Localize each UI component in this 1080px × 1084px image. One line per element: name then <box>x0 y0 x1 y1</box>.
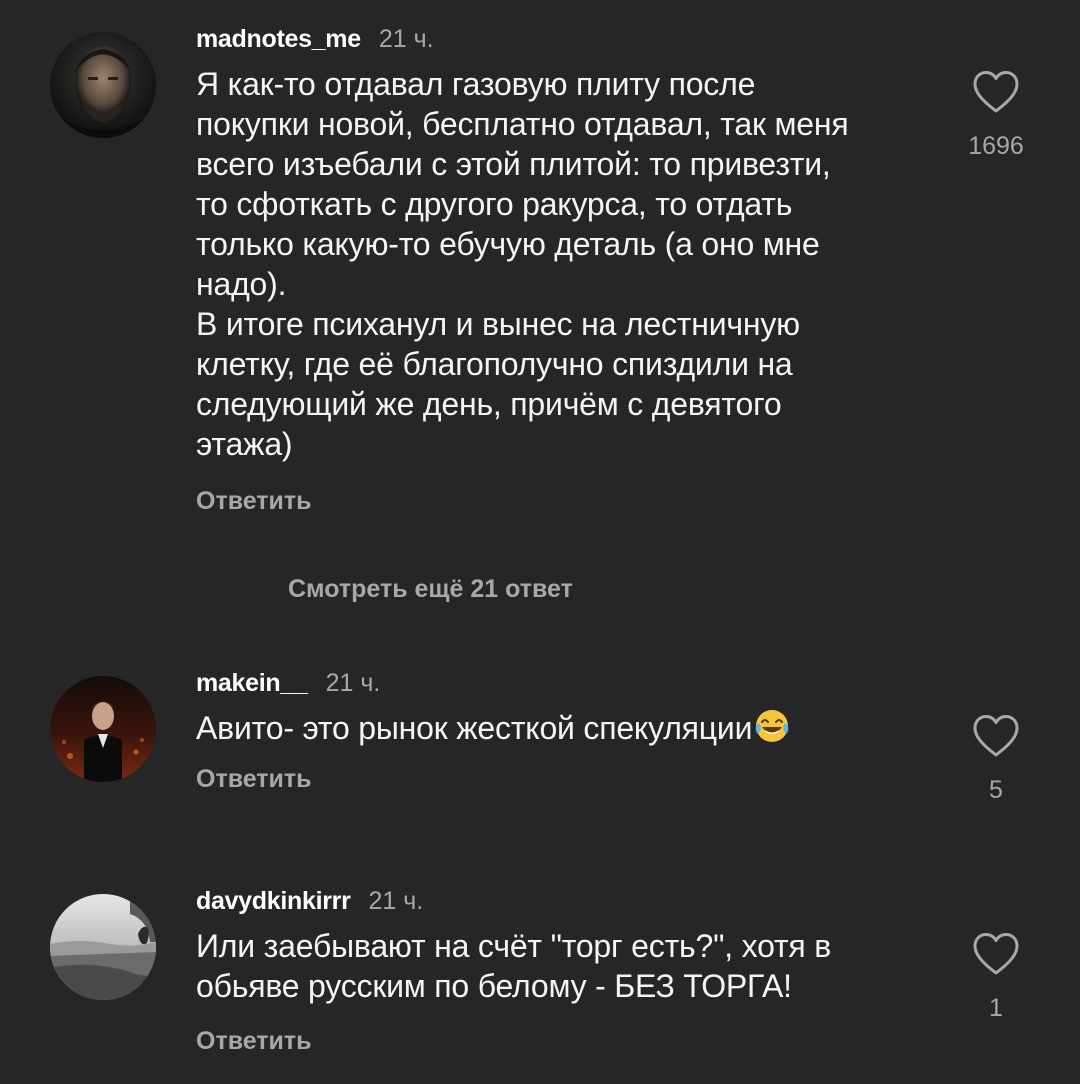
like-area: 1696 <box>966 70 1026 161</box>
user-avatar-icon <box>50 676 156 782</box>
reply-button[interactable]: Ответить <box>196 762 926 796</box>
avatar[interactable] <box>50 32 156 138</box>
like-area: 5 <box>966 714 1026 805</box>
comment-text: Я как-то отдавал газовую плиту после пок… <box>196 66 849 462</box>
like-area: 1 <box>966 932 1026 1023</box>
face-with-tears-of-joy-icon <box>755 710 789 742</box>
timestamp: 21 ч. <box>378 25 434 53</box>
timestamp: 21 ч. <box>325 669 381 697</box>
reply-button[interactable]: Ответить <box>196 1024 926 1058</box>
comment-text-content: Авито- это рынок жесткой спекуляции <box>196 710 753 746</box>
comment-meta: madnotes_me 21 ч. <box>196 22 926 56</box>
comment-meta: davydkinkirrr 21 ч. <box>196 884 926 918</box>
user-avatar-icon <box>50 32 156 138</box>
heart-icon[interactable] <box>972 932 1020 976</box>
username[interactable]: madnotes_me <box>196 25 361 53</box>
heart-icon[interactable] <box>972 714 1020 758</box>
like-count: 1696 <box>968 132 1024 160</box>
timestamp: 21 ч. <box>368 887 424 915</box>
avatar[interactable] <box>50 676 156 782</box>
username[interactable]: makein__ <box>196 669 308 697</box>
reply-button[interactable]: Ответить <box>196 484 926 518</box>
like-count: 5 <box>989 776 1003 804</box>
comment-text: Или заебывают на счёт "торг есть?", хотя… <box>196 928 832 1004</box>
like-count: 1 <box>989 994 1003 1022</box>
user-avatar-icon <box>50 894 156 1000</box>
comment-text: Авито- это рынок жесткой спекуляции <box>196 708 926 748</box>
view-more-replies-button[interactable]: Смотреть ещё 21 ответ <box>288 572 573 606</box>
username[interactable]: davydkinkirrr <box>196 887 351 915</box>
avatar[interactable] <box>50 894 156 1000</box>
heart-icon[interactable] <box>972 70 1020 114</box>
comment-meta: makein__ 21 ч. <box>196 666 926 700</box>
